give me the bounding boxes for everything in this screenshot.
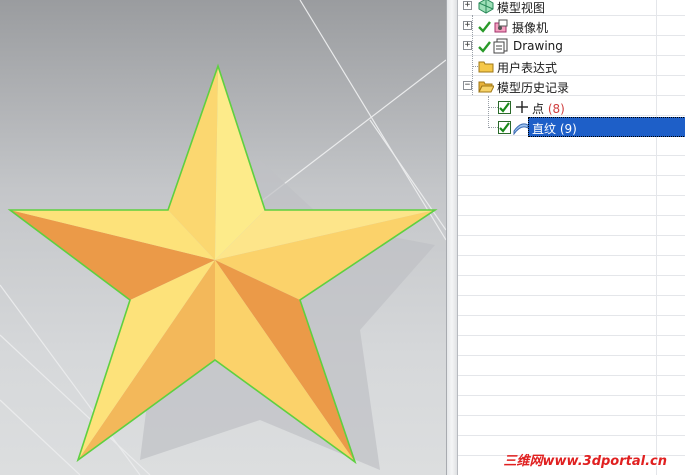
collapse-button[interactable]: −: [463, 81, 472, 90]
selected-node-highlight[interactable]: 直纹 (9): [528, 117, 685, 137]
point-icon: [516, 101, 528, 113]
model-view-icon: [478, 0, 494, 14]
tree-node-label: 用户表达式: [497, 61, 558, 75]
expand-button[interactable]: +: [463, 21, 472, 30]
grid-row: [458, 376, 685, 396]
folder-icon: [478, 61, 494, 73]
grid-row: [458, 296, 685, 316]
graphics-viewport[interactable]: [0, 0, 446, 475]
drawing-icon: [493, 38, 508, 54]
grid-row: [458, 236, 685, 256]
feature-name: 直纹: [532, 122, 557, 136]
tree-node-label: 模型视图: [497, 1, 546, 15]
checkmark-icon[interactable]: [478, 40, 491, 53]
expand-button[interactable]: +: [463, 1, 472, 10]
tree-node-model-history[interactable]: − 模型历史记录: [458, 76, 685, 96]
tree-node-user-expressions[interactable]: 用户表达式: [458, 56, 685, 76]
grid-row: [458, 356, 685, 376]
checkmark-icon[interactable]: [478, 20, 491, 33]
feature-name: 点: [532, 102, 545, 116]
tree-node-label: 摄像机: [512, 21, 549, 35]
checkbox-icon[interactable]: [498, 121, 511, 134]
feature-count: (9): [559, 122, 577, 136]
checkbox-icon[interactable]: [498, 101, 511, 114]
grid-row: [458, 156, 685, 176]
tree-node-model-views[interactable]: + 模型视图: [458, 0, 685, 16]
tree-node-label: 直纹 (9): [532, 120, 577, 137]
camera-icon: [494, 19, 508, 33]
tree-node-label: 点 (8): [532, 100, 565, 117]
tree-node-label: Drawing: [513, 39, 563, 53]
panel-splitter[interactable]: [446, 0, 458, 475]
grid-row: [458, 256, 685, 276]
star-model[interactable]: [0, 0, 446, 475]
grid-row: [458, 136, 685, 156]
grid-row: [458, 316, 685, 336]
grid-row: [458, 416, 685, 436]
ruled-surface-icon: [513, 123, 529, 135]
grid-row: [458, 216, 685, 236]
tree-node-cameras[interactable]: + 摄像机: [458, 16, 685, 36]
watermark: 三维网www.3dportal.cn: [503, 454, 667, 469]
feature-count: (8): [547, 102, 565, 116]
tree-node-point[interactable]: 点 (8): [458, 97, 685, 117]
tree-node-drawing[interactable]: + Drawing: [458, 36, 685, 56]
grid-row: [458, 196, 685, 216]
expand-button[interactable]: +: [463, 41, 472, 50]
grid-row: [458, 336, 685, 356]
part-navigator: + 模型视图 + 摄像机 + Drawing 用户表达式 − 模型历史记录 点 …: [458, 0, 685, 475]
tree-node-label: 模型历史记录: [497, 81, 570, 95]
folder-open-icon: [478, 81, 494, 93]
grid-row: [458, 276, 685, 296]
grid-row: [458, 396, 685, 416]
grid-row: [458, 176, 685, 196]
